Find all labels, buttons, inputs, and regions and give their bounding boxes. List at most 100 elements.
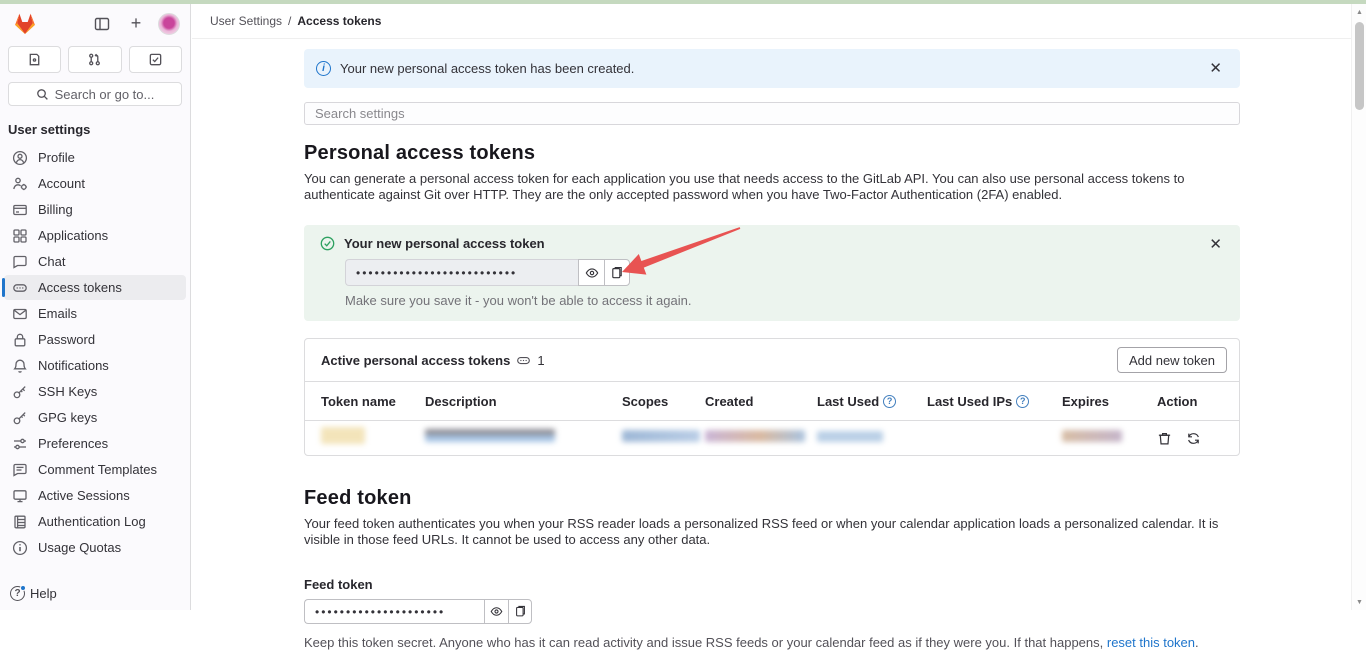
sidebar-item-label: SSH Keys <box>38 384 97 399</box>
sidebar-item-applications[interactable]: Applications <box>4 223 186 248</box>
sidebar-item-account[interactable]: Account <box>4 171 186 196</box>
settings-search-input[interactable] <box>304 102 1240 125</box>
page-scrollbar[interactable]: ▲ ▼ <box>1351 4 1366 610</box>
last-used-help-icon[interactable]: ? <box>883 395 896 408</box>
sidebar-item-notifications[interactable]: Notifications <box>4 353 186 378</box>
redacted-expires <box>1062 430 1122 442</box>
sidebar-item-label: Authentication Log <box>38 514 146 529</box>
token-actions <box>1157 431 1223 446</box>
add-new-token-button[interactable]: Add new token <box>1117 347 1227 373</box>
sidebar-toggle-icon[interactable] <box>90 12 114 36</box>
reveal-token-button[interactable] <box>578 259 604 286</box>
sidebar-item-label: Profile <box>38 150 75 165</box>
pat-section-description: You can generate a personal access token… <box>304 171 1240 203</box>
sidebar-item-label: Preferences <box>38 436 108 451</box>
sidebar-item-label: Notifications <box>38 358 109 373</box>
feed-token-title: Feed token <box>304 487 1240 510</box>
sidebar-item-label: Password <box>38 332 95 347</box>
breadcrumb-current: Access tokens <box>297 14 381 28</box>
sidebar-item-emails[interactable]: Emails <box>4 301 186 326</box>
ssh-keys-icon <box>12 384 28 400</box>
revoke-token-button[interactable] <box>1157 431 1172 446</box>
merge-requests-shortcut-button[interactable] <box>68 46 121 73</box>
feed-token-input[interactable] <box>304 599 484 624</box>
sidebar-item-authentication-log[interactable]: Authentication Log <box>4 509 186 534</box>
sidebar-item-label: Usage Quotas <box>38 540 121 555</box>
shortcut-row <box>0 40 190 73</box>
sidebar-item-label: Active Sessions <box>38 488 130 503</box>
password-icon <box>12 332 28 348</box>
feed-token-description: Your feed token authenticates you when y… <box>304 516 1240 548</box>
breadcrumb-separator: / <box>288 14 291 28</box>
sidebar-header: + <box>0 4 190 40</box>
info-alert-close-icon[interactable]: ✕ <box>1203 59 1228 78</box>
comment-templates-icon <box>12 462 28 478</box>
issues-shortcut-button[interactable] <box>8 46 61 73</box>
sidebar-item-usage-quotas[interactable]: Usage Quotas <box>4 535 186 560</box>
new-token-alert: Your new personal access token Make sure… <box>304 225 1240 321</box>
sidebar-item-access-tokens[interactable]: Access tokens <box>4 275 186 300</box>
redacted-last-used <box>817 431 883 442</box>
eye-icon <box>585 266 599 280</box>
help-button[interactable]: ? Help <box>0 577 190 610</box>
feed-token-note: Keep this token secret. Anyone who has i… <box>304 635 1240 650</box>
tokens-table-header: Token name Description Scopes Created La… <box>305 381 1239 420</box>
usage-quotas-icon <box>12 540 28 556</box>
sidebar-item-comment-templates[interactable]: Comment Templates <box>4 457 186 482</box>
rotate-icon <box>1186 431 1201 446</box>
sidebar-item-chat[interactable]: Chat <box>4 249 186 274</box>
scroll-up-icon[interactable]: ▲ <box>1352 4 1366 20</box>
copy-token-button[interactable] <box>604 259 630 286</box>
sidebar-item-ssh-keys[interactable]: SSH Keys <box>4 379 186 404</box>
col-last-used: Last Used ? <box>817 394 927 409</box>
sidebar-item-preferences[interactable]: Preferences <box>4 431 186 456</box>
todo-list-shortcut-button[interactable] <box>129 46 182 73</box>
sidebar-search[interactable]: Search or go to... <box>8 82 182 106</box>
sidebar-item-label: GPG keys <box>38 410 97 425</box>
active-tokens-count: 1 <box>537 353 544 368</box>
eye-icon <box>490 605 503 618</box>
sidebar-item-profile[interactable]: Profile <box>4 145 186 170</box>
sidebar-item-label: Comment Templates <box>38 462 157 477</box>
new-token-title: Your new personal access token <box>344 236 545 251</box>
new-token-note: Make sure you save it - you won't be abl… <box>345 293 1226 308</box>
create-new-icon[interactable]: + <box>124 12 148 36</box>
col-expires: Expires <box>1062 394 1157 409</box>
preferences-icon <box>12 436 28 452</box>
check-circle-icon <box>320 236 335 251</box>
scrollbar-thumb[interactable] <box>1355 22 1364 110</box>
new-token-input[interactable] <box>345 259 578 286</box>
col-created: Created <box>705 394 817 409</box>
redacted-created <box>705 430 805 442</box>
gitlab-logo-icon[interactable] <box>12 11 38 36</box>
help-label: Help <box>30 586 57 601</box>
sidebar-item-label: Applications <box>38 228 108 243</box>
main-area: User Settings / Access tokens i Your new… <box>192 4 1351 610</box>
search-icon <box>36 88 49 101</box>
redacted-token-name <box>321 427 365 444</box>
sidebar-section-title: User settings <box>0 106 190 145</box>
breadcrumb: User Settings / Access tokens <box>192 4 1351 39</box>
notification-dot <box>20 585 26 591</box>
feed-reveal-button[interactable] <box>484 599 508 624</box>
success-alert-close-icon[interactable]: ✕ <box>1203 235 1228 254</box>
rotate-token-button[interactable] <box>1186 431 1201 446</box>
feed-copy-button[interactable] <box>508 599 532 624</box>
last-used-ips-help-icon[interactable]: ? <box>1016 395 1029 408</box>
info-alert-text: Your new personal access token has been … <box>340 61 634 76</box>
reset-token-link[interactable]: reset this token <box>1107 635 1195 650</box>
col-scopes: Scopes <box>622 394 705 409</box>
breadcrumb-parent[interactable]: User Settings <box>210 14 282 28</box>
sidebar-item-label: Chat <box>38 254 65 269</box>
sidebar-item-label: Billing <box>38 202 73 217</box>
user-avatar[interactable] <box>158 13 180 35</box>
new-token-title-row: Your new personal access token <box>320 236 1226 251</box>
sidebar-item-gpg-keys[interactable]: GPG keys <box>4 405 186 430</box>
sidebar-item-billing[interactable]: Billing <box>4 197 186 222</box>
scroll-down-icon[interactable]: ▼ <box>1352 594 1366 610</box>
info-alert: i Your new personal access token has bee… <box>304 49 1240 88</box>
sidebar-item-password[interactable]: Password <box>4 327 186 352</box>
feed-token-label: Feed token <box>304 577 1240 592</box>
emails-icon <box>12 306 28 322</box>
sidebar-item-active-sessions[interactable]: Active Sessions <box>4 483 186 508</box>
